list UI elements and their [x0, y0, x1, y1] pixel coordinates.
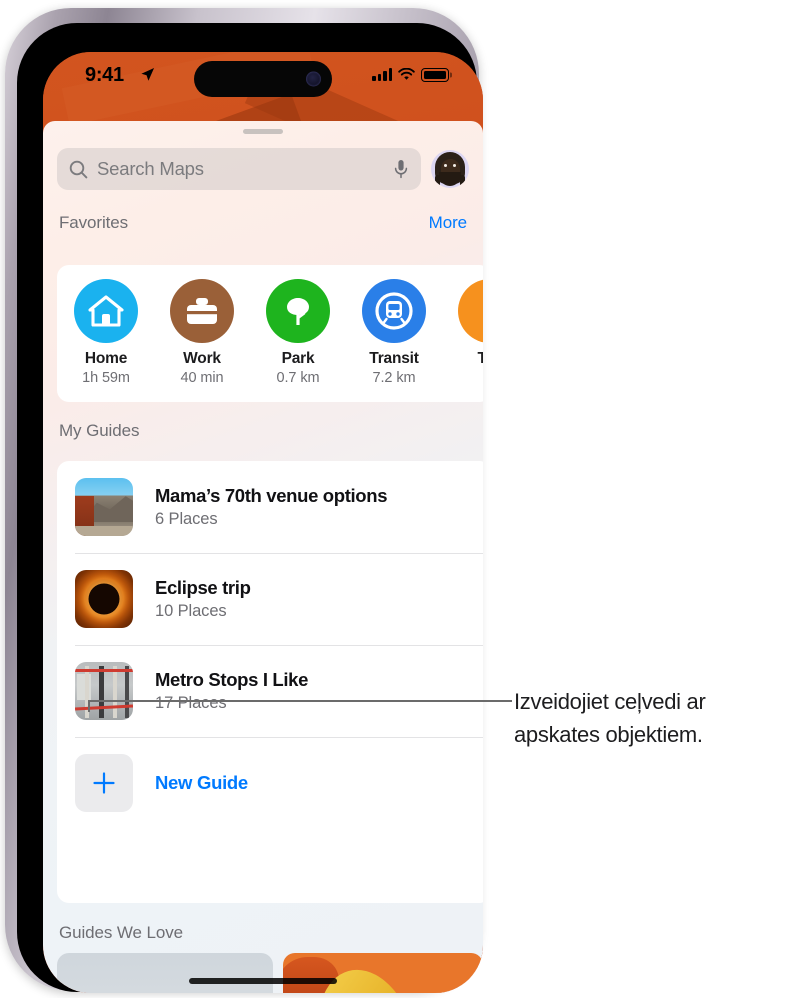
solar-eclipse-thumbnail	[75, 570, 133, 628]
guide-title: Mama’s 70th venue options	[155, 485, 388, 506]
guide-title: Eclipse trip	[155, 577, 251, 598]
status-indicators	[372, 68, 449, 82]
favorite-label: Transit	[369, 350, 419, 367]
favorite-item-home[interactable]: Home 1h 59m	[71, 279, 141, 402]
iphone-bezel: 9:41 Search Maps Favorites More Home 1h …	[17, 23, 483, 993]
favorites-card: Home 1h 59m Work 40 min Park 0.7 km Tran…	[57, 265, 483, 402]
my-guides-header: My Guides	[59, 421, 140, 440]
train-icon	[362, 279, 426, 343]
favorite-label: Home	[84, 350, 128, 367]
tree-icon	[266, 279, 330, 343]
front-camera-icon	[306, 71, 321, 87]
new-guide-button[interactable]: New Guide	[57, 737, 483, 829]
favorite-label: Tea	[477, 350, 483, 367]
callout-text: Izveidojiet ceļvedi ar apskates objektie…	[514, 689, 706, 747]
favorites-header: Favorites	[59, 213, 129, 232]
screenshot-root: 9:41 Search Maps Favorites More Home 1h …	[0, 0, 801, 998]
partial-icon	[458, 279, 483, 343]
guide-title: Metro Stops I Like	[155, 669, 309, 690]
favorite-detail: 1h 59m	[82, 370, 130, 386]
status-time: 9:41	[85, 64, 124, 86]
user-avatar-memoji[interactable]	[431, 150, 469, 188]
metro-train-thumbnail	[75, 662, 133, 720]
favorite-label: Work	[183, 350, 221, 367]
favorite-label: Park	[281, 350, 315, 367]
guides-we-love-tile[interactable]	[283, 953, 483, 993]
cellular-signal-icon	[372, 68, 392, 82]
guides-we-love-tile[interactable]	[57, 953, 273, 993]
sheet-grabber-handle[interactable]	[243, 129, 283, 134]
guide-place-count: 17 Places	[155, 694, 227, 712]
plus-icon	[75, 754, 133, 812]
search-row: Search Maps	[57, 148, 469, 190]
iphone-frame: 9:41 Search Maps Favorites More Home 1h …	[5, 8, 483, 993]
shrimp-tacos-photo	[283, 953, 483, 993]
favorite-detail: 2	[455, 370, 483, 386]
new-guide-label: New Guide	[155, 772, 248, 793]
briefcase-icon	[170, 279, 234, 343]
favorite-item-transit[interactable]: Transit 7.2 km	[359, 279, 429, 402]
favorites-more-button[interactable]: More	[429, 213, 467, 233]
dynamic-island	[194, 61, 332, 97]
search-icon	[69, 160, 88, 178]
battery-full-icon	[421, 68, 449, 82]
wifi-icon	[398, 68, 415, 81]
guides-we-love-header: Guides We Love	[59, 923, 183, 942]
search-placeholder: Search Maps	[97, 158, 204, 179]
home-indicator[interactable]	[189, 978, 337, 984]
my-guides-card: Mama’s 70th venue options 6 Places Eclip…	[57, 461, 483, 903]
house-icon	[74, 279, 138, 343]
guide-place-count: 10 Places	[155, 602, 227, 620]
guide-row[interactable]: Eclipse trip 10 Places	[57, 553, 483, 645]
search-input[interactable]: Search Maps	[57, 148, 421, 190]
favorite-item-park[interactable]: Park 0.7 km	[263, 279, 333, 402]
favorite-item-work[interactable]: Work 40 min	[167, 279, 237, 402]
maps-bottom-sheet: Search Maps Favorites More Home 1h 59m W…	[43, 121, 483, 993]
location-arrow-icon	[141, 67, 155, 81]
iphone-screen: 9:41 Search Maps Favorites More Home 1h …	[43, 52, 483, 993]
status-bar: 9:41	[43, 52, 483, 108]
guide-row[interactable]: Mama’s 70th venue options 6 Places	[57, 461, 483, 553]
favorite-detail: 40 min	[180, 370, 224, 386]
microphone-icon[interactable]	[394, 159, 408, 179]
desert-mountain-thumbnail	[75, 478, 133, 536]
favorite-item-partial[interactable]: Tea 2	[455, 279, 483, 402]
guide-row[interactable]: Metro Stops I Like 17 Places	[57, 645, 483, 737]
san-francisco-skyline-photo	[57, 953, 273, 993]
guide-place-count: 6 Places	[155, 510, 218, 528]
favorite-detail: 0.7 km	[276, 370, 320, 386]
favorite-detail: 7.2 km	[372, 370, 416, 386]
